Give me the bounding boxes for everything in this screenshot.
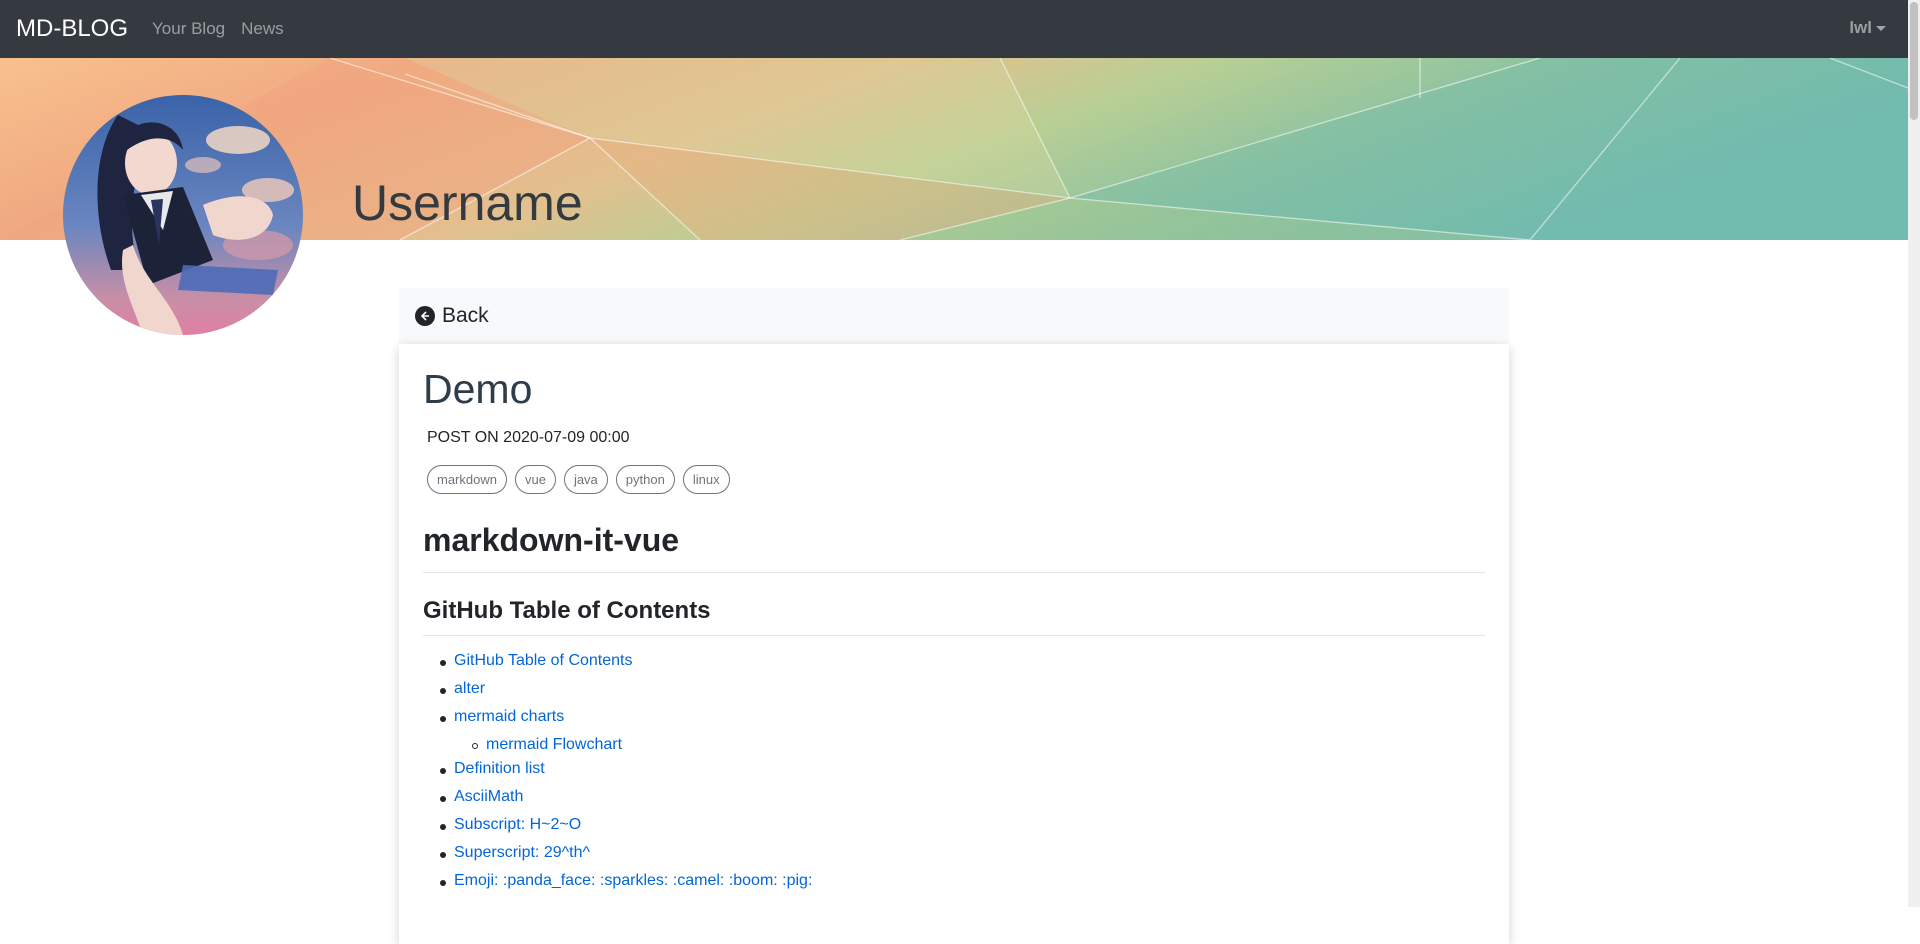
tag-markdown[interactable]: markdown [427,465,507,494]
bullet-icon [440,688,446,694]
post-date: POST ON 2020-07-09 00:00 [427,429,630,446]
list-item: GitHub Table of Contents [423,652,1485,680]
toc-link[interactable]: Emoji: :panda_face: :sparkles: :camel: :… [454,872,812,890]
post-tags: markdown vue java python linux [427,465,738,494]
list-item: mermaid charts [423,708,1485,736]
toc-link[interactable]: alter [454,680,485,698]
toc-link[interactable]: GitHub Table of Contents [454,652,632,670]
bullet-icon [440,716,446,722]
toc-link[interactable]: Superscript: 29^th^ [454,844,590,862]
nav-link-your-blog[interactable]: Your Blog [152,19,225,39]
user-menu-dropdown[interactable]: lwl [1849,18,1886,38]
post-card-body: Demo POST ON 2020-07-09 00:00 markdown v… [399,344,1509,944]
list-item: Superscript: 29^th^ [423,844,1485,872]
toc-link[interactable]: mermaid Flowchart [486,736,622,754]
tag-linux[interactable]: linux [682,465,730,494]
bullet-icon [472,743,478,749]
back-button[interactable]: Back [442,304,489,328]
tag-python[interactable]: python [615,465,675,494]
scrollbar-thumb[interactable] [1910,2,1918,120]
top-navbar: MD-BLOG Your Blog News lwl [0,0,1908,58]
post-card-header: Back [399,288,1509,344]
list-item: Definition list [423,760,1485,788]
chevron-down-icon [1876,26,1886,32]
toc-link[interactable]: mermaid charts [454,708,564,726]
heading-divider [423,635,1485,636]
toc-link[interactable]: AsciiMath [454,788,523,806]
nav-link-news[interactable]: News [241,19,284,39]
bullet-icon [440,852,446,858]
bullet-icon [440,824,446,830]
profile-username: Username [352,175,583,231]
heading-divider [423,572,1485,573]
list-item: Emoji: :panda_face: :sparkles: :camel: :… [423,872,1485,900]
bullet-icon [440,880,446,886]
user-name: lwl [1849,18,1872,37]
avatar[interactable] [63,95,303,335]
list-item: mermaid Flowchart [423,736,1485,760]
tag-vue[interactable]: vue [514,465,556,494]
list-item: Subscript: H~2~O [423,816,1485,844]
toc-link[interactable]: Definition list [454,760,545,778]
post-title: Demo [423,366,533,412]
brand-logo[interactable]: MD-BLOG [16,15,128,43]
bullet-icon [440,796,446,802]
bullet-icon [440,768,446,774]
bullet-icon [440,660,446,666]
table-of-contents: GitHub Table of Contents alter mermaid c… [423,652,1485,900]
list-item: AsciiMath [423,788,1485,816]
content-heading-1: markdown-it-vue [423,522,680,558]
list-item: alter [423,680,1485,708]
page-scrollbar[interactable] [1908,0,1920,907]
back-arrow-icon[interactable] [415,306,435,326]
tag-java[interactable]: java [563,465,608,494]
content-heading-2: GitHub Table of Contents [423,597,711,624]
toc-link[interactable]: Subscript: H~2~O [454,816,581,834]
